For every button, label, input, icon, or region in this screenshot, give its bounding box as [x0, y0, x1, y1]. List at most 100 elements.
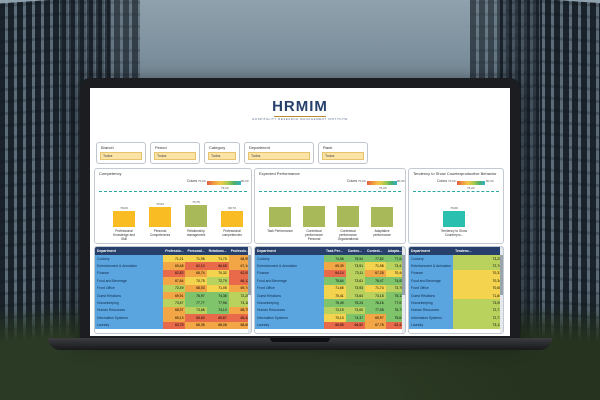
table-row[interactable]: Housekeeping 73,57 77,77 77,96 73,18: [95, 299, 251, 307]
table-row[interactable]: Human Resources 72,19 73,00 77,08 76,77: [255, 306, 405, 315]
department-cell: Entertainment & Animation: [409, 262, 454, 270]
bar-1[interactable]: [149, 207, 171, 227]
bar-2[interactable]: [337, 206, 359, 227]
rank-filter[interactable]: Rank Todos: [318, 142, 368, 164]
header-column[interactable]: Tendenc...: [453, 247, 503, 255]
score-cell: 69,13: [163, 314, 186, 322]
hrmim-logo: HRMIM HOSPITALITY RESEARCH MANAGEMENT IN…: [90, 98, 510, 121]
category-select[interactable]: Todos: [208, 152, 236, 160]
table-row[interactable]: Guest Relations 69,91 76,97 74,36 72,25: [95, 291, 251, 300]
table-row[interactable]: Information Systems 72,71: [409, 314, 503, 322]
score-cell: 71,21: [163, 255, 186, 263]
department-cell: Information Systems: [255, 314, 324, 322]
table-row[interactable]: Front Office 70,60: [409, 284, 503, 292]
table-row[interactable]: Guest Relations 71,84: [409, 291, 503, 300]
logo-subtitle: HOSPITALITY RESEARCH MANAGEMENT INSTITUT…: [252, 117, 348, 121]
bar-3[interactable]: [221, 211, 243, 227]
department-select[interactable]: Todos: [248, 152, 310, 160]
period-select[interactable]: Todos: [154, 152, 196, 160]
table-row[interactable]: Housekeeping 75,49 75,24 76,16 77,01: [255, 299, 405, 307]
table-row[interactable]: Food and Beverage 70,34: [409, 277, 503, 285]
scroll-thumb[interactable]: [500, 255, 503, 295]
table-row[interactable]: Entertainment & Animation 69,39 73,51 71,98…: [255, 262, 405, 270]
table-row[interactable]: Housekeeping 73,05: [409, 299, 503, 307]
table-row[interactable]: Cookery 73,25: [409, 255, 503, 263]
table-row[interactable]: Guest Relations 70,41 73,64 73,18 75,13: [255, 291, 405, 300]
table-row[interactable]: Finance 70,31: [409, 269, 503, 278]
table-row[interactable]: Human Resources 68,97 73,68 74,10 68,79: [95, 306, 251, 315]
department-cell: Human Resources: [409, 306, 454, 315]
table-row[interactable]: Laundry 73,13: [409, 321, 503, 329]
department-filter[interactable]: Department Todos: [244, 142, 314, 164]
header-column[interactable]: Contex...: [345, 247, 366, 255]
bar-category-label: Contextual performance Personal: [305, 229, 323, 241]
scrollbar[interactable]: [500, 247, 503, 333]
department-cell: Front Office: [95, 284, 164, 292]
expected-table-card: Department Task Per... Contex... Context...…: [254, 246, 406, 334]
laptop: HRMIM HOSPITALITY RESEARCH MANAGEMENT IN…: [80, 78, 520, 340]
header-column[interactable]: Relations...: [206, 247, 229, 255]
category-filter[interactable]: Category Todos: [204, 142, 240, 164]
score-cell: 69,97: [365, 314, 386, 322]
branch-select[interactable]: Todos: [100, 152, 142, 160]
expected-performance-table: Department Task Per... Contex... Context...…: [255, 247, 405, 329]
scrollbar[interactable]: [248, 247, 251, 333]
target-value: 76,00: [379, 186, 387, 190]
table-row[interactable]: Information Systems 69,13 65,63 65,87 65,42: [95, 314, 251, 322]
table-row[interactable]: Human Resources 72,71: [409, 306, 503, 315]
table-row[interactable]: Finance 64,14 73,11 67,28 70,44: [255, 269, 405, 278]
branch-filter[interactable]: Branch Todos: [96, 142, 146, 164]
score-cell: 65,63: [185, 314, 207, 322]
card-title: Tendency to Show Counterproductive Behav…: [413, 171, 497, 176]
header-column[interactable]: Personal...: [185, 247, 207, 255]
table-row[interactable]: Laundry 66,85 66,82 67,78 62,47: [255, 321, 405, 329]
header-column[interactable]: Context...: [365, 247, 386, 255]
header-department[interactable]: Department: [409, 247, 454, 255]
header-column[interactable]: Professio...: [163, 247, 186, 255]
table-row[interactable]: Front Office 72,49 68,03 71,05 69,74: [95, 284, 251, 292]
table-row[interactable]: Cookery 74,58 75,94 77,82 77,04: [255, 255, 405, 263]
table-row[interactable]: Cookery 71,21 71,95 71,70 68,95: [95, 255, 251, 263]
score-cell: 77,77: [185, 299, 207, 307]
score-cell: 62,10: [185, 262, 207, 270]
scroll-thumb[interactable]: [402, 255, 405, 295]
scroll-thumb[interactable]: [248, 255, 251, 295]
filter-label: Period: [155, 145, 167, 150]
period-filter[interactable]: Period Todos: [150, 142, 200, 164]
scale-max: 80,00: [241, 179, 249, 183]
score-cell: 77,08: [365, 306, 386, 315]
table-row[interactable]: Finance 62,82 68,74 70,32 62,05: [95, 269, 251, 278]
table-row[interactable]: Food and Beverage 67,64 70,75 72,79 66,12: [95, 277, 251, 285]
header-column[interactable]: Task Per...: [324, 247, 346, 255]
bar-2[interactable]: [185, 205, 207, 227]
table-row[interactable]: Food and Beverage 75,64 73,61 76,47 74,05: [255, 277, 405, 285]
department-cell: Human Resources: [95, 306, 164, 315]
bar-3[interactable]: [371, 207, 393, 227]
table-row[interactable]: Information Systems 70,13 74,37 69,97 75,61: [255, 314, 405, 322]
score-cell: 70,75: [185, 277, 207, 285]
department-cell: Guest Relations: [409, 291, 454, 300]
target-value: 76,00: [221, 186, 229, 190]
table-row[interactable]: Front Office 71,65 73,93 71,74 73,76: [255, 284, 405, 292]
score-cell: 77,82: [365, 255, 386, 263]
bar-0[interactable]: [443, 211, 465, 227]
score-cell: 76,47: [365, 277, 386, 285]
rank-select[interactable]: Todos: [322, 152, 364, 160]
bar-category-label: Task Performance: [267, 229, 293, 233]
header-department[interactable]: Department: [95, 247, 164, 255]
department-cell: Laundry: [95, 321, 164, 329]
filter-label: Category: [209, 145, 226, 150]
table-row[interactable]: Laundry 63,75 68,35 68,08 68,65: [95, 321, 251, 329]
score-cell: 68,74: [185, 269, 207, 278]
score-cell: 71,05: [206, 284, 229, 292]
scrollbar[interactable]: [402, 247, 405, 333]
department-cell: Finance: [409, 269, 454, 278]
table-row[interactable]: Entertainment & Animation 72,74: [409, 262, 503, 270]
bar-0[interactable]: [269, 207, 291, 227]
header-department[interactable]: Department: [255, 247, 324, 255]
tendency-table-card: Department Tendenc... Cookery 73,25 Entertai…: [408, 246, 504, 334]
score-cell: 68,35: [185, 321, 207, 329]
bar-1[interactable]: [303, 206, 325, 227]
table-row[interactable]: Entertainment & Animation 69,48 62,10 66,68…: [95, 262, 251, 270]
bar-0[interactable]: [113, 211, 135, 227]
